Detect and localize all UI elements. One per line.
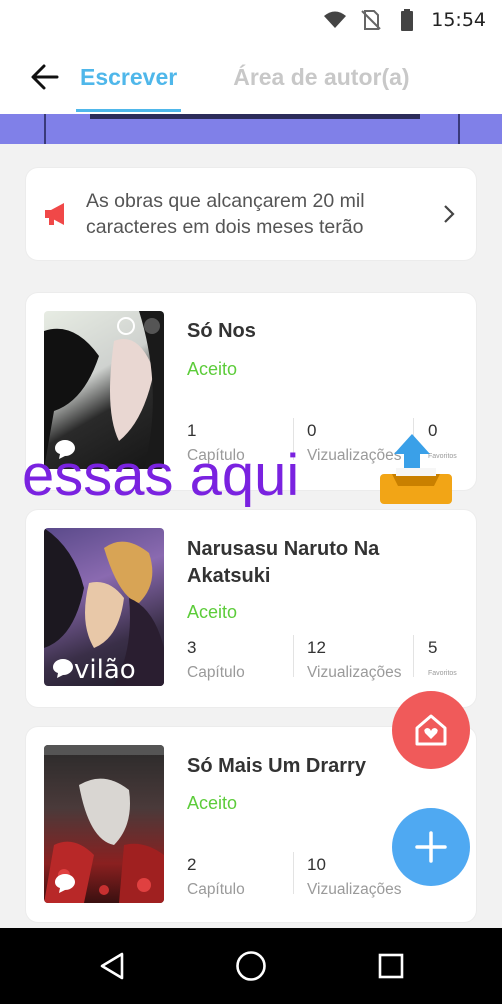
stat-favorites: 5 Favoritos [428,638,457,677]
work-cover: vilão [44,528,164,686]
work-status: Aceito [187,359,238,379]
nav-recents-button[interactable] [373,948,409,984]
stat-views: 12 Vizualizações [307,638,402,681]
status-bar: 15:54 [0,0,502,40]
tab-area-de-autor[interactable]: Área de autor(a) [233,40,409,114]
top-app-bar: Escrever Área de autor(a) [0,40,502,114]
system-navigation-bar [0,928,502,1004]
battery-icon [401,9,414,31]
arrow-left-icon [31,64,59,90]
chevron-right-icon [444,205,455,223]
house-heart-icon [415,714,447,746]
work-card[interactable]: vilão Narusasu Naruto Na Akatsuki Aceito… [26,510,476,707]
notice-text: As obras que alcançarem 20 mil caractere… [86,190,365,238]
megaphone-icon [45,203,64,225]
annotation-text: essas aqui [22,443,300,508]
stat-chapters: 3 Capítulo [187,638,245,681]
back-triangle-icon [100,952,124,980]
work-title: Só Nos [187,320,256,342]
clock: 15:54 [431,9,486,31]
nav-back-button[interactable] [95,948,131,984]
work-cover [44,745,164,903]
recents-square-icon [378,953,404,979]
nav-home-button[interactable] [233,948,269,984]
wifi-icon [324,11,347,28]
home-circle-icon [236,951,266,981]
work-status: Aceito [187,602,238,622]
comment-icon [55,874,75,893]
outbox-tray-icon [380,434,452,504]
work-title: Narusasu Naruto Na Akatsuki [187,538,380,587]
stat-chapters: 2 Capítulo [187,855,245,898]
back-button[interactable] [20,52,70,102]
tab-escrever[interactable]: Escrever [75,40,182,114]
banner-image[interactable] [0,114,502,144]
no-sim-icon [361,10,381,30]
add-work-button[interactable] [392,808,470,886]
comment-icon [53,659,73,678]
svg-text:vilão: vilão [74,655,136,685]
plus-icon [415,831,447,863]
author-home-button[interactable] [392,691,470,769]
work-status: Aceito [187,793,238,813]
contest-notice[interactable]: As obras que alcançarem 20 mil caractere… [26,168,476,260]
stat-views: 10 Vizualizações [307,855,402,898]
